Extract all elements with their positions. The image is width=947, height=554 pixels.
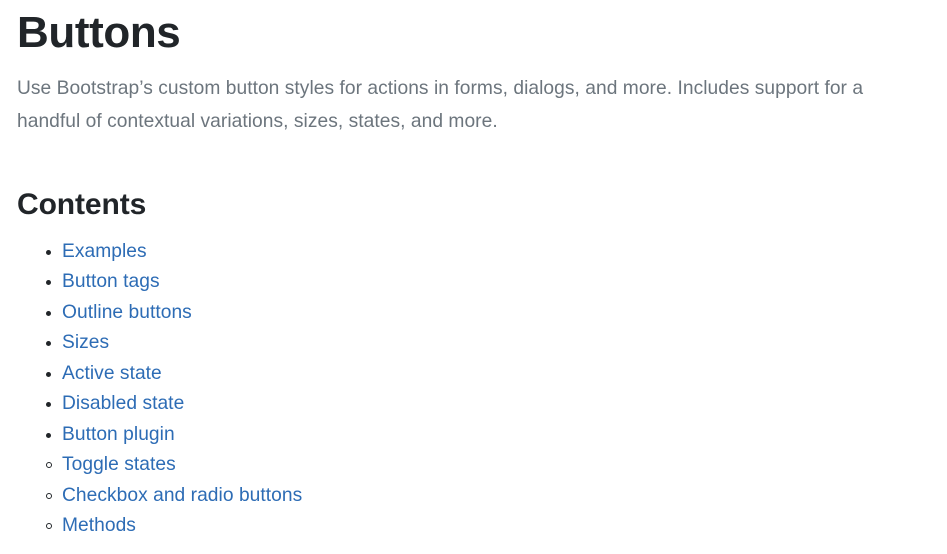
list-item: Methods [28,511,931,542]
bullet-disc-icon [46,310,51,316]
table-of-contents-list: Examples Button tags Outline buttons Siz… [17,223,931,451]
list-item: Disabled state [17,389,931,420]
toc-link-active-state[interactable]: Active state [62,363,162,384]
documentation-page: Buttons Use Bootstrap’s custom button st… [0,0,947,554]
button-plugin-subsection: Toggle states Checkbox and radio buttons… [17,450,931,542]
toc-link-disabled-state[interactable]: Disabled state [62,393,184,414]
bullet-circle-icon [46,462,52,469]
list-item: Checkbox and radio buttons [28,481,931,512]
toc-link-sizes[interactable]: Sizes [62,332,109,353]
toc-link-examples[interactable]: Examples [62,241,147,262]
list-item: Button plugin [17,420,931,451]
bullet-disc-icon [46,280,51,286]
bullet-circle-icon [46,492,52,499]
bullet-circle-icon [46,523,52,530]
toc-link-outline-buttons[interactable]: Outline buttons [62,302,192,323]
table-of-contents-sublist: Toggle states Checkbox and radio buttons… [28,450,931,542]
list-item: Active state [17,359,931,390]
list-item: Toggle states [28,450,931,481]
toc-link-checkbox-and-radio-buttons[interactable]: Checkbox and radio buttons [62,485,302,506]
bullet-disc-icon [46,249,51,255]
page-title: Buttons [17,8,181,57]
page-lead-description: Use Bootstrap’s custom button styles for… [17,77,864,132]
contents-heading: Contents [17,187,147,221]
toc-link-methods[interactable]: Methods [62,515,136,536]
bullet-disc-icon [46,341,51,347]
bullet-disc-icon [46,402,51,408]
toc-link-button-plugin[interactable]: Button plugin [62,424,175,445]
list-item: Sizes [17,328,931,359]
toc-link-button-tags[interactable]: Button tags [62,271,160,292]
bullet-disc-icon [46,371,51,377]
bullet-disc-icon [46,432,51,438]
list-item: Outline buttons [17,298,931,329]
list-item: Examples [17,237,931,268]
list-item: Button tags [17,267,931,298]
toc-link-toggle-states[interactable]: Toggle states [62,454,176,475]
